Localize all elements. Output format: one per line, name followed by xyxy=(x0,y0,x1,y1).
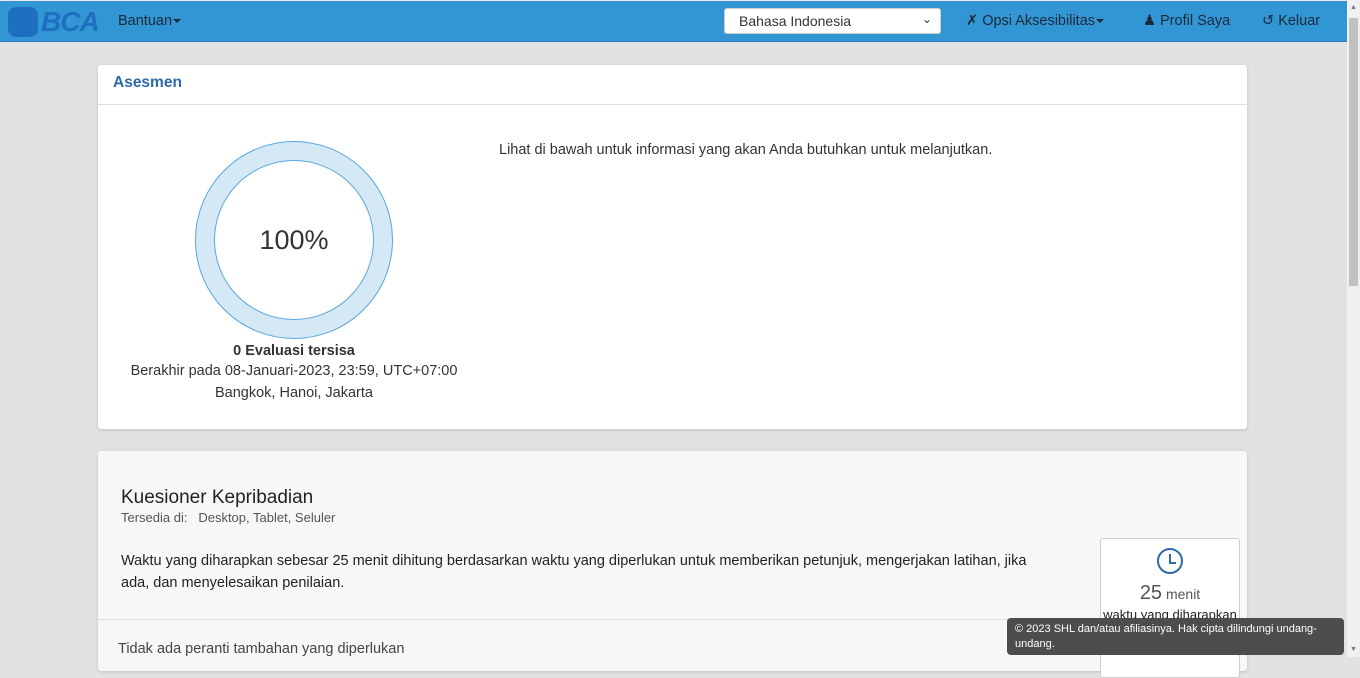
availability: Tersedia di: Desktop, Tablet, Seluler xyxy=(121,510,335,525)
progress-label: 100% xyxy=(214,160,374,320)
logout-label: Keluar xyxy=(1278,13,1321,29)
language-value: Bahasa Indonesia xyxy=(739,13,852,29)
assessment-card: Asesmen 100% 0 Evaluasi tersisa Berakhir… xyxy=(98,65,1247,429)
assessment-title: Asesmen xyxy=(98,65,1247,105)
help-label: Bantuan xyxy=(118,13,173,29)
clock-icon xyxy=(1157,548,1183,574)
page-scrollbar[interactable]: ▲ ▼ xyxy=(1347,0,1360,657)
bca-seal-icon xyxy=(8,7,38,37)
time-value: 25 menit xyxy=(1101,582,1239,605)
caret-down-icon xyxy=(1096,19,1105,24)
scrollbar-thumb[interactable] xyxy=(1349,18,1358,286)
copyright-footer: © 2023 SHL dan/atau afiliasinya. Hak cip… xyxy=(1007,618,1344,655)
remaining-count: 0 Evaluasi tersisa xyxy=(233,343,355,359)
scroll-up-icon[interactable]: ▲ xyxy=(1350,4,1357,11)
scroll-down-icon[interactable]: ▼ xyxy=(1350,646,1357,653)
top-navbar: BCA Bantuan Bahasa Indonesia ⌄ ✗ Opsi Aks… xyxy=(0,0,1347,42)
bca-logo[interactable]: BCA xyxy=(8,6,100,38)
questionnaire-description: Waktu yang diharapkan sebesar 25 menit d… xyxy=(121,553,1027,591)
time-unit: menit xyxy=(1165,586,1201,602)
chevron-down-icon: ⌄ xyxy=(921,12,932,26)
expected-time-box: 25 menit waktu yang diharapkan xyxy=(1100,538,1240,678)
tools-required: Tidak ada peranti tambahan yang diperluk… xyxy=(118,641,405,657)
deadline-text: Berakhir pada 08-Januari-2023, 23:59, UT… xyxy=(130,363,458,379)
help-menu[interactable]: Bantuan xyxy=(118,13,182,29)
accessibility-label: Opsi Aksesibilitas xyxy=(982,13,1096,29)
language-select[interactable]: Bahasa Indonesia ⌄ xyxy=(724,8,941,34)
profile-label: Profil Saya xyxy=(1160,13,1231,29)
caret-down-icon xyxy=(173,19,182,24)
logout-icon: ↺ xyxy=(1262,13,1275,29)
time-number: 25 xyxy=(1139,582,1163,604)
availability-value: Desktop, Tablet, Seluler xyxy=(198,510,336,525)
progress-ring: 100% xyxy=(195,141,393,339)
eye-slash-icon: ✗ xyxy=(966,13,979,29)
questionnaire-title: Kuesioner Kepribadian xyxy=(121,487,314,508)
profile-link[interactable]: ♟ Profil Saya xyxy=(1143,13,1230,29)
intro-text: Lihat di bawah untuk informasi yang akan… xyxy=(499,142,993,158)
accessibility-menu[interactable]: ✗ Opsi Aksesibilitas xyxy=(966,13,1105,29)
timezone-text: Bangkok, Hanoi, Jakarta xyxy=(215,385,373,401)
logo-text: BCA xyxy=(41,6,100,37)
availability-label: Tersedia di: xyxy=(121,510,188,525)
logout-link[interactable]: ↺ Keluar xyxy=(1262,13,1320,29)
user-icon: ♟ xyxy=(1143,13,1156,29)
